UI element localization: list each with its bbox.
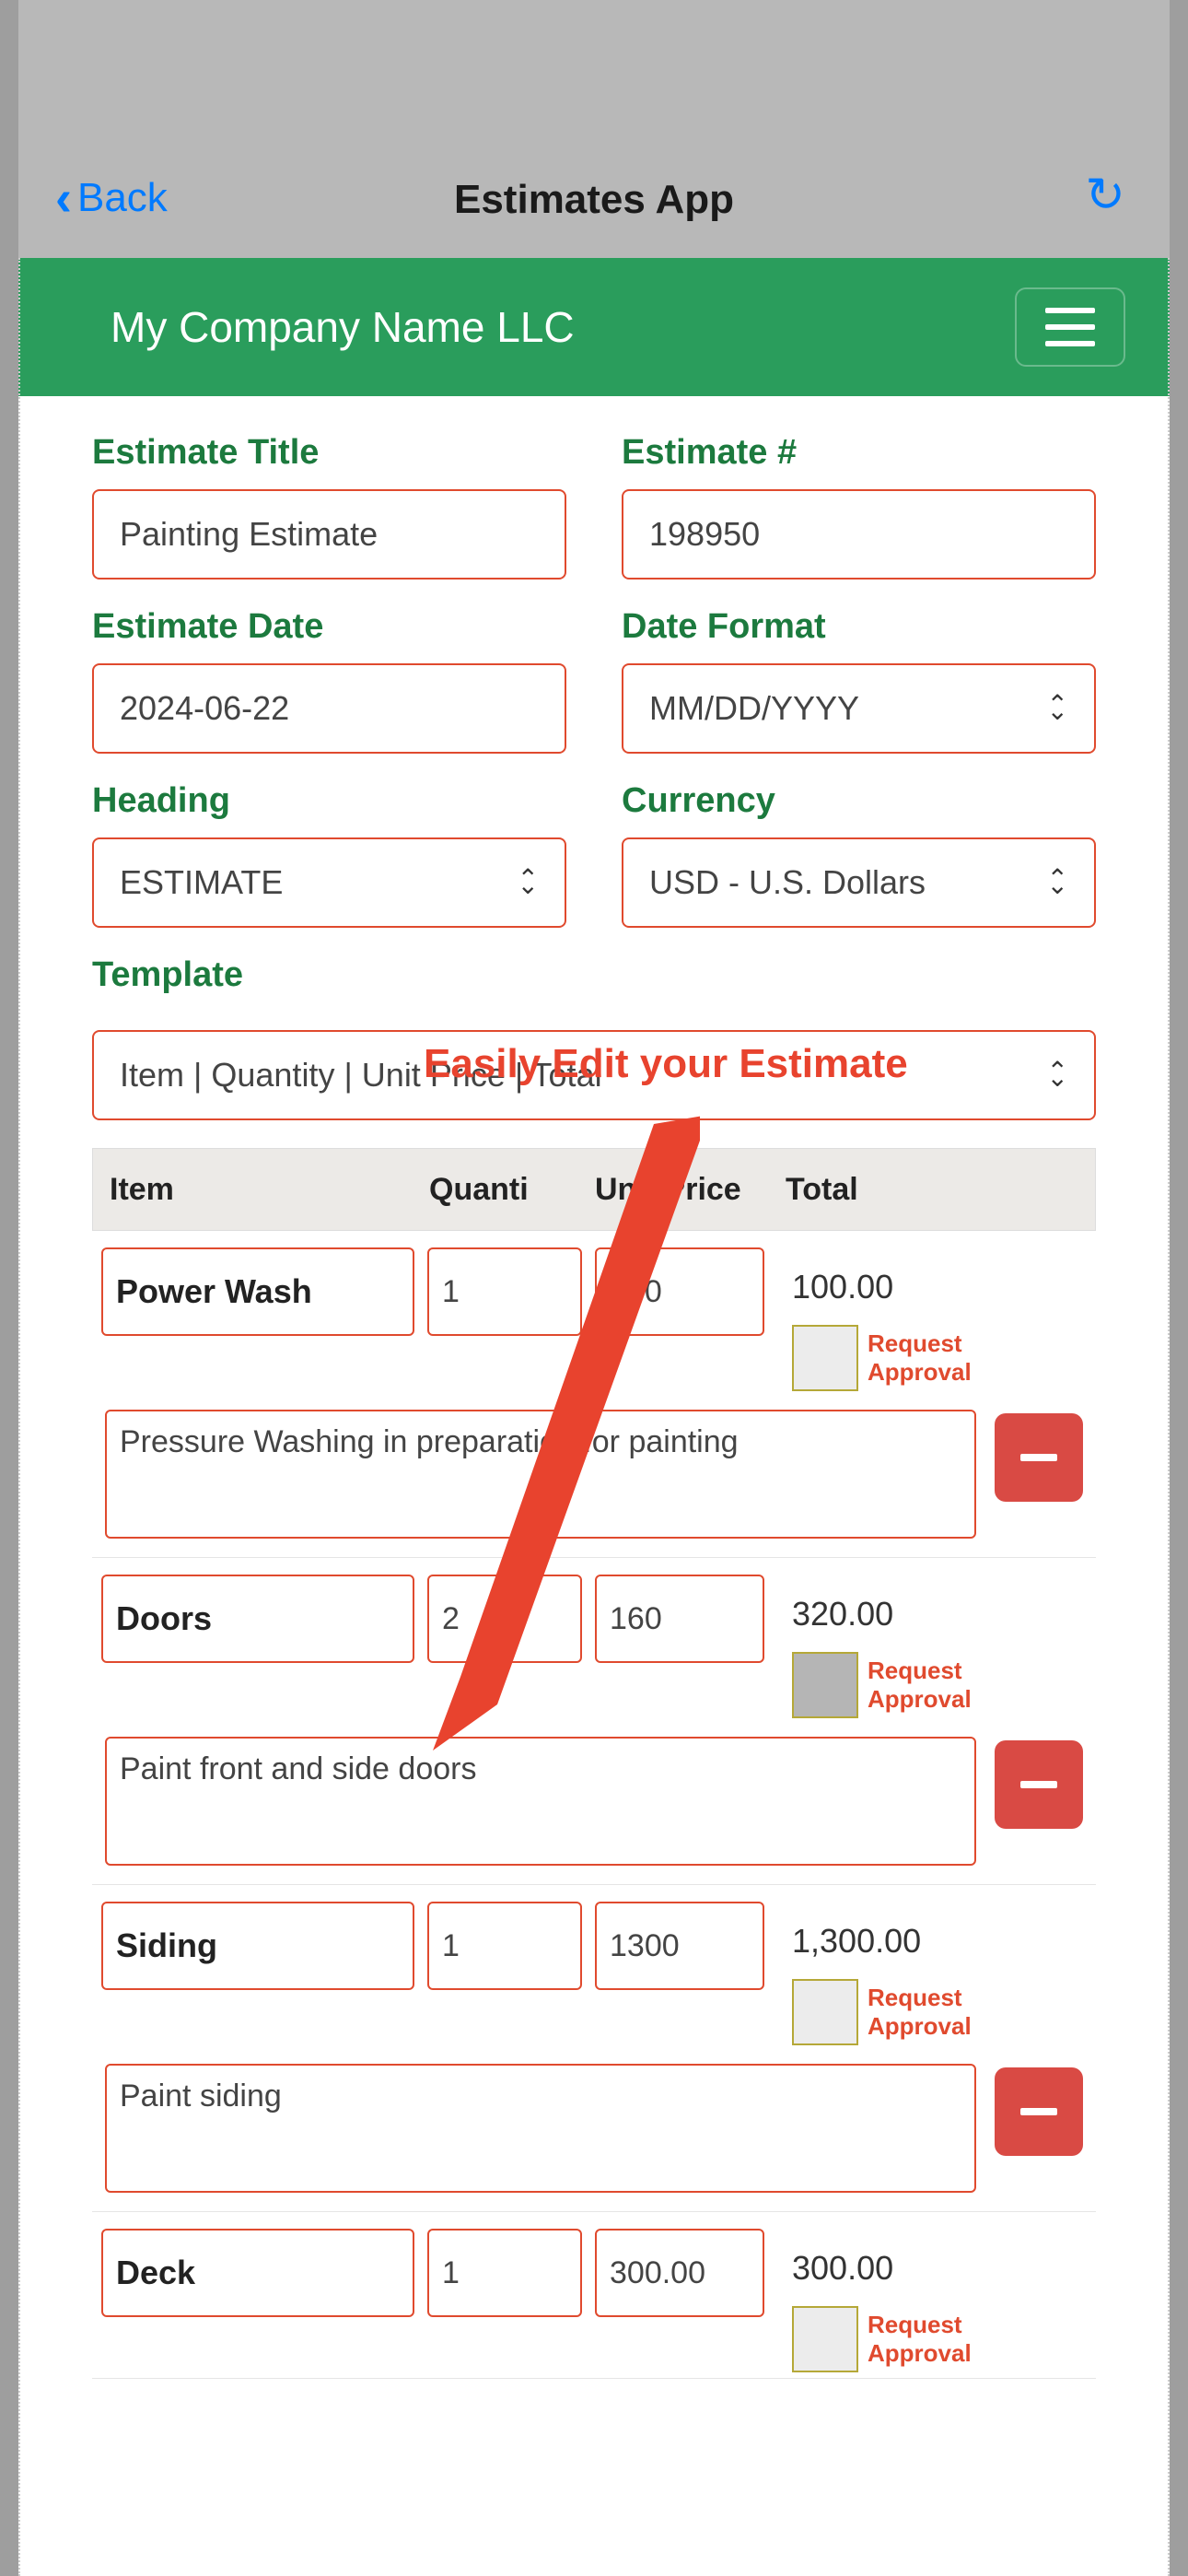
item-total-value: 1,300.00 [792, 1922, 921, 1960]
date-format-value: MM/DD/YYYY [649, 689, 859, 728]
item-total-value: 100.00 [792, 1268, 893, 1306]
currency-select[interactable]: USD - U.S. Dollars [622, 837, 1096, 928]
reload-button[interactable]: ↻ [1085, 168, 1125, 223]
back-button[interactable]: ‹ Back [55, 173, 168, 223]
request-approval-label: Request Approval [868, 1329, 969, 1387]
request-approval-label: Request Approval [868, 2311, 969, 2368]
device-background: ‹ Back Estimates App ↻ My Company Name L… [0, 0, 1188, 2576]
request-approval-checkbox[interactable] [792, 1325, 858, 1391]
chevron-updown-icon [1047, 697, 1068, 720]
chevron-updown-icon [1047, 872, 1068, 894]
reload-icon: ↻ [1085, 169, 1125, 222]
date-format-select[interactable]: MM/DD/YYYY [622, 663, 1096, 754]
request-approval-checkbox[interactable] [792, 2306, 858, 2372]
chevron-updown-icon [1047, 1064, 1068, 1086]
request-approval-label: Request Approval [868, 1984, 969, 2041]
back-label: Back [77, 175, 168, 221]
content-area: My Company Name LLC Easily Edit your Est… [18, 258, 1170, 2576]
request-approval-label: Request Approval [868, 1657, 969, 1714]
template-select[interactable]: Item | Quantity | Unit Price | Total [92, 1030, 1096, 1120]
page-title: Estimates App [454, 177, 734, 223]
item-total-value: 320.00 [792, 1595, 893, 1633]
app-window: ‹ Back Estimates App ↻ My Company Name L… [18, 0, 1170, 2576]
currency-value: USD - U.S. Dollars [649, 863, 926, 902]
navigation-bar: ‹ Back Estimates App ↻ [18, 0, 1170, 258]
template-value: Item | Quantity | Unit Price | Total [120, 1056, 602, 1095]
heading-select[interactable]: ESTIMATE [92, 837, 566, 928]
request-approval-checkbox[interactable] [792, 1979, 858, 2045]
request-approval-checkbox[interactable] [792, 1652, 858, 1718]
chevron-left-icon: ‹ [55, 173, 72, 223]
heading-value: ESTIMATE [120, 863, 283, 902]
chevron-updown-icon [518, 872, 539, 894]
item-total-value: 300.00 [792, 2249, 893, 2287]
